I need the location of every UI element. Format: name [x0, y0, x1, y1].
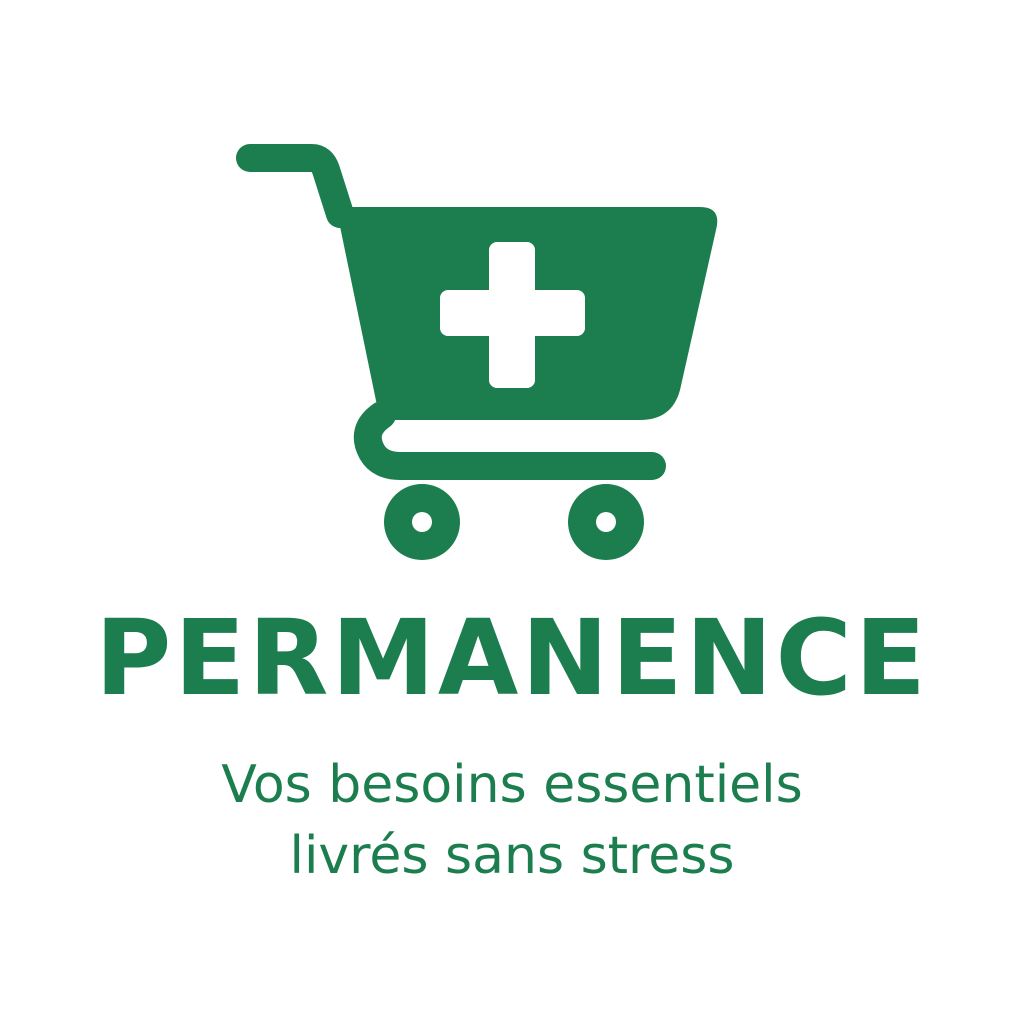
- brand-name: PERMANENCE: [95, 597, 929, 719]
- cart-handle: [236, 144, 354, 228]
- wheel-left-hub: [412, 512, 432, 532]
- cart-rail: [353, 401, 666, 480]
- wheel-right-hub: [596, 512, 616, 532]
- plus-horizontal: [440, 290, 585, 336]
- logo: PERMANENCE Vos besoins essentiels livrés…: [0, 0, 1024, 1024]
- tagline-line-2: livrés sans stress: [289, 826, 735, 886]
- shopping-cart-plus-icon: [236, 144, 718, 560]
- tagline-line-1: Vos besoins essentiels: [221, 755, 803, 815]
